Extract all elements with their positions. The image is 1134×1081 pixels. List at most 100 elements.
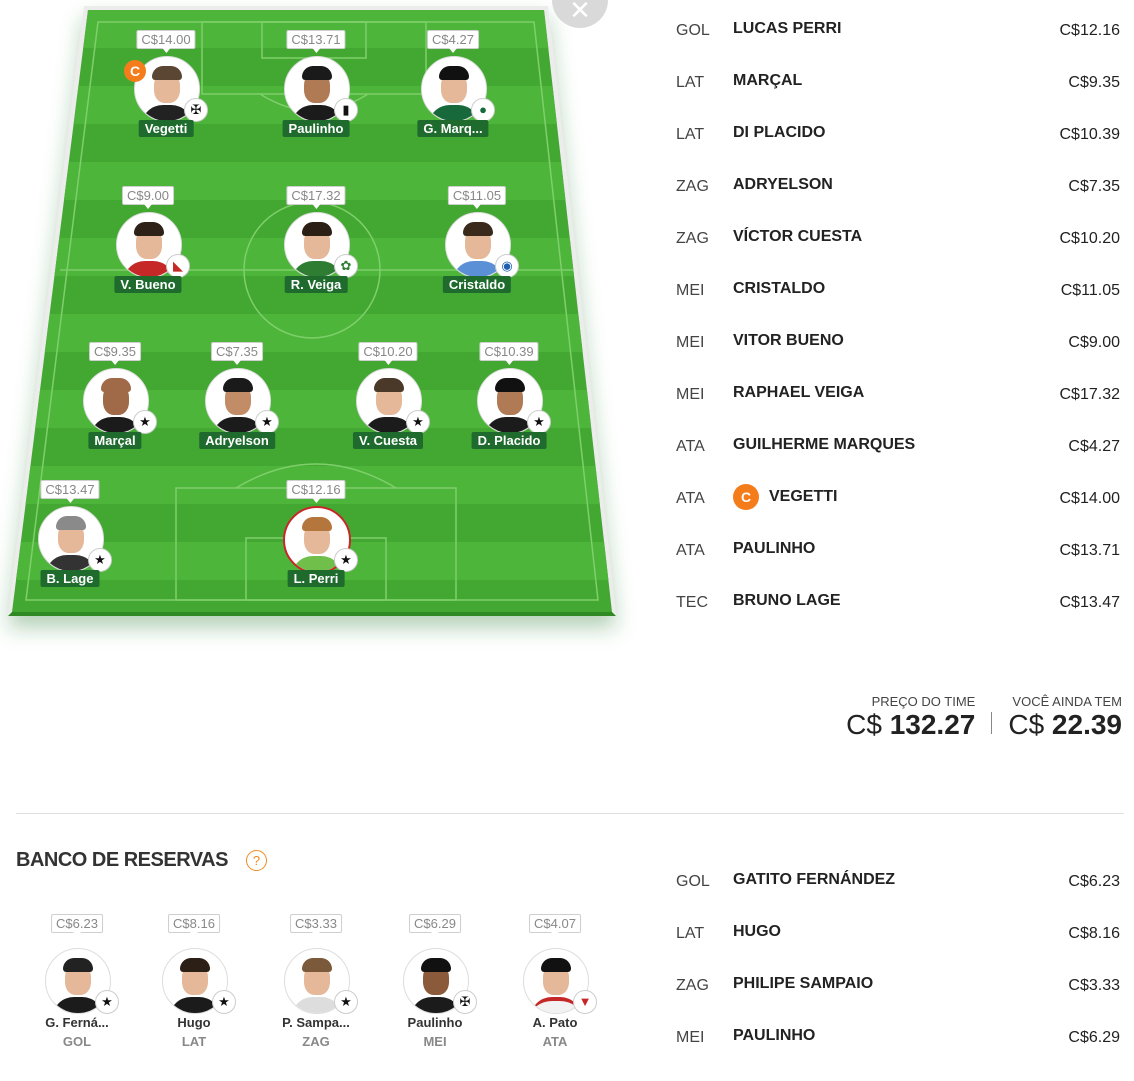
position-label: GOL: [62, 1034, 92, 1049]
player-name: Marçal: [88, 432, 142, 449]
player-name: R. Veiga: [284, 276, 348, 293]
field-player-marcal[interactable]: C$9.35 ★ Marçal: [55, 342, 175, 462]
lineup-row[interactable]: GOL LUCAS PERRI C$12.16: [676, 20, 1124, 74]
player-name: BRUNO LAGE: [733, 592, 841, 609]
player-price: C$13.71: [1059, 542, 1121, 559]
position-label: LAT: [676, 74, 705, 91]
field-player-vegetti[interactable]: C$14.00 ✠ C Vegetti: [106, 30, 226, 150]
remaining-value: 22.39: [1051, 709, 1122, 740]
bench-row[interactable]: GOL GATITO FERNÁNDEZ C$6.23: [676, 871, 1124, 925]
remaining-budget: VOCÊ AINDA TEM C$ 22.39: [1008, 694, 1122, 741]
field-player-g-marques[interactable]: C$4.27 ● G. Marq...: [393, 30, 513, 150]
player-price: C$3.33: [1068, 977, 1120, 994]
bench-player-p-sampaio[interactable]: C$3.33 ★ P. Sampa... ZAG: [261, 914, 371, 1054]
bench-row[interactable]: LAT HUGO C$8.16: [676, 923, 1124, 977]
player-price: C$3.33: [290, 914, 342, 937]
palmeiras-shield-icon: ✿: [334, 254, 358, 278]
position-label: ATA: [676, 438, 705, 455]
player-price: C$7.35: [211, 342, 263, 365]
player-price: C$7.35: [1068, 178, 1120, 195]
player-price: C$17.32: [1059, 386, 1121, 403]
player-price: C$6.23: [1068, 873, 1120, 890]
lineup-row[interactable]: LAT DI PLACIDO C$10.39: [676, 124, 1124, 178]
player-name: B. Lage: [40, 570, 100, 587]
field-player-adryelson[interactable]: C$7.35 ★ Adryelson: [177, 342, 297, 462]
team-price: PREÇO DO TIME C$ 132.27: [846, 694, 975, 741]
player-name: ADRYELSON: [733, 176, 833, 193]
team-price-value: 132.27: [889, 709, 976, 740]
lineup-row[interactable]: ZAG ADRYELSON C$7.35: [676, 176, 1124, 230]
player-price: C$13.71: [286, 30, 346, 53]
help-icon[interactable]: ?: [246, 850, 267, 871]
player-name: VEGETTI: [769, 488, 838, 505]
player-name: A. Pato: [532, 1015, 578, 1030]
player-name: G. Ferná...: [45, 1015, 109, 1030]
lineup-row[interactable]: LAT MARÇAL C$9.35: [676, 72, 1124, 126]
lineup-row[interactable]: ATA GUILHERME MARQUES C$4.27: [676, 436, 1124, 490]
field-player-v-bueno[interactable]: C$9.00 ◣ V. Bueno: [88, 186, 208, 306]
player-name: GATITO FERNÁNDEZ: [733, 871, 896, 888]
player-price: C$12.16: [1059, 22, 1121, 39]
botafogo-shield-icon: ★: [212, 990, 236, 1014]
field-player-cristaldo[interactable]: C$11.05 ◉ Cristaldo: [417, 186, 537, 306]
bench-player-hugo[interactable]: C$8.16 ★ Hugo LAT: [139, 914, 249, 1054]
field-player-l-perri[interactable]: C$12.16 ★ L. Perri: [256, 480, 376, 600]
position-label: MEI: [676, 1029, 705, 1046]
player-name: Hugo: [177, 1015, 211, 1030]
player-price: C$17.32: [286, 186, 346, 209]
bench-player-paulinho[interactable]: C$6.29 ✠ Paulinho MEI: [380, 914, 490, 1054]
player-price: C$9.00: [1068, 334, 1120, 351]
lineup-row[interactable]: MEI RAPHAEL VEIGA C$17.32: [676, 384, 1124, 438]
bench-row[interactable]: MEI PAULINHO C$6.29: [676, 1027, 1124, 1081]
player-name: G. Marq...: [417, 120, 489, 137]
botafogo-shield-icon: ★: [255, 410, 279, 434]
position-label: ATA: [542, 1034, 568, 1049]
lineup-row[interactable]: ZAG VÍCTOR CUESTA C$10.20: [676, 228, 1124, 282]
botafogo-shield-icon: ★: [406, 410, 430, 434]
goias-shield-icon: ●: [471, 98, 495, 122]
field-player-paulinho[interactable]: C$13.71 ▮ Paulinho: [256, 30, 376, 150]
bench-row[interactable]: ZAG PHILIPE SAMPAIO C$3.33: [676, 975, 1124, 1029]
player-price: C$9.00: [122, 186, 174, 209]
botafogo-shield-icon: ★: [95, 990, 119, 1014]
player-name: HUGO: [733, 923, 781, 940]
player-name: VÍCTOR CUESTA: [733, 228, 863, 245]
bench-player-a-pato[interactable]: C$4.07 ▼ A. Pato ATA: [500, 914, 610, 1054]
lineup-row[interactable]: TEC BRUNO LAGE C$13.47: [676, 592, 1124, 646]
player-name: Cristaldo: [442, 276, 512, 293]
section-divider: [16, 813, 1124, 814]
team-summary: PREÇO DO TIME C$ 132.27 VOCÊ AINDA TEM C…: [846, 694, 1122, 741]
field-player-v-cuesta[interactable]: C$10.20 ★ V. Cuesta: [328, 342, 448, 462]
position-label: ZAG: [302, 1034, 330, 1049]
botafogo-shield-icon: ★: [334, 548, 358, 572]
field-player-d-placido[interactable]: C$10.39 ★ D. Placido: [449, 342, 569, 462]
position-label: GOL: [676, 22, 710, 39]
vasco-shield-icon: ✠: [453, 990, 477, 1014]
currency-label: C$: [846, 709, 882, 740]
position-label: LAT: [181, 1034, 207, 1049]
lineup-row[interactable]: ATA PAULINHO C$13.71: [676, 540, 1124, 594]
player-price: C$11.05: [447, 186, 507, 209]
lineup-row[interactable]: MEI CRISTALDO C$11.05: [676, 280, 1124, 334]
player-name: V. Cuesta: [352, 432, 424, 449]
lineup-row[interactable]: MEI VITOR BUENO C$9.00: [676, 332, 1124, 386]
botafogo-shield-icon: ★: [133, 410, 157, 434]
position-label: MEI: [423, 1034, 447, 1049]
position-label: MEI: [676, 282, 705, 299]
player-price: C$10.39: [479, 342, 539, 365]
player-price: C$9.35: [89, 342, 141, 365]
player-name: DI PLACIDO: [733, 124, 826, 141]
currency-label: C$: [1008, 709, 1045, 740]
player-name: Adryelson: [199, 432, 275, 449]
player-price: C$10.20: [1059, 230, 1121, 247]
field-coach-b-lage[interactable]: C$13.47 ★ B. Lage: [10, 480, 130, 600]
position-label: LAT: [676, 126, 705, 143]
player-price: C$6.29: [409, 914, 461, 937]
soccer-field: ✕ C$14.00 ✠ C Vegetti C$13.71 ▮ Paulinho…: [0, 0, 640, 660]
botafogo-shield-icon: ★: [88, 548, 112, 572]
field-player-r-veiga[interactable]: C$17.32 ✿ R. Veiga: [256, 186, 376, 306]
team-price-label: PREÇO DO TIME: [871, 694, 976, 709]
bench-player-g-fernandez[interactable]: C$6.23 ★ G. Ferná... GOL: [22, 914, 132, 1054]
player-name: L. Perri: [287, 570, 345, 587]
lineup-row[interactable]: ATA C VEGETTI C$14.00: [676, 484, 1124, 542]
